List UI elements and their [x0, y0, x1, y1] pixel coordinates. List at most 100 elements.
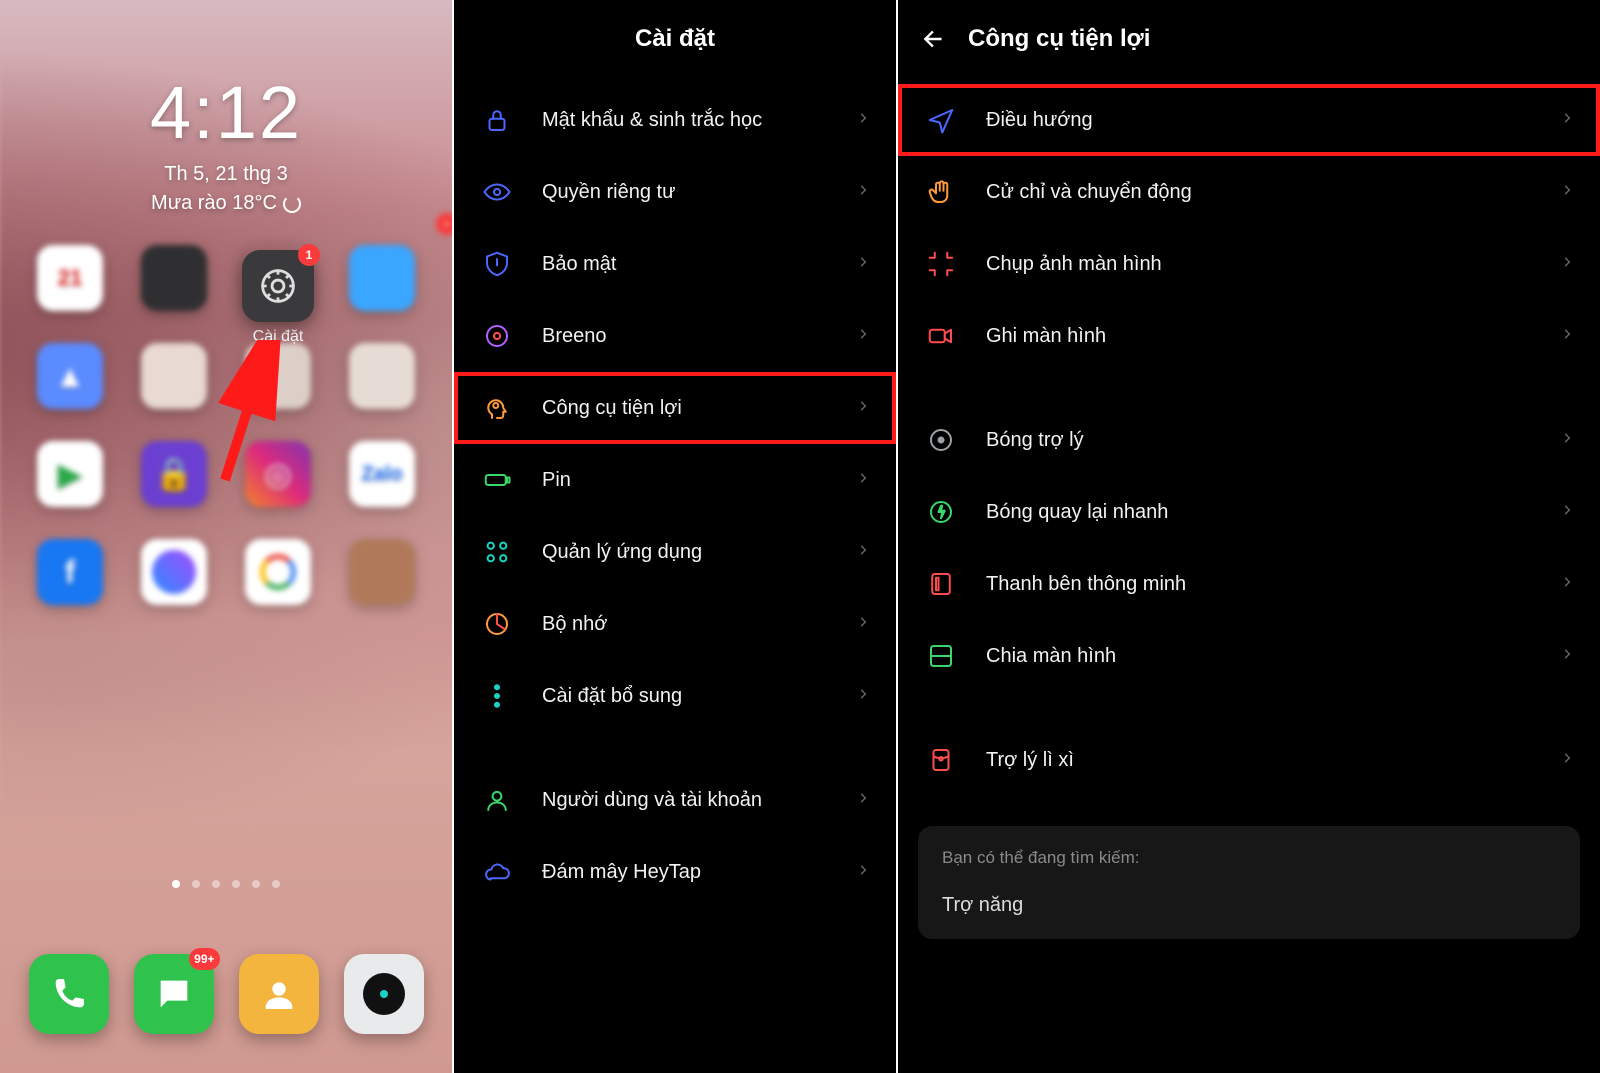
settings-list: Mật khẩu & sinh trắc học Quyền riêng tư … [454, 78, 896, 914]
search-suggestion-term: Trợ năng [942, 894, 1556, 917]
search-suggestion-box[interactable]: Bạn có thể đang tìm kiếm: Trợ năng [918, 826, 1580, 939]
app-blurred[interactable] [135, 245, 213, 317]
hand-icon [924, 175, 958, 209]
row-label: Đám mây HeyTap [542, 861, 856, 884]
row-label: Ghi màn hình [986, 325, 1560, 348]
storage-pie-icon [480, 607, 514, 641]
group-separator [898, 372, 1600, 404]
settings-row-record[interactable]: Ghi màn hình [898, 300, 1600, 372]
app-blurred[interactable] [239, 539, 317, 611]
flash-ball-icon [924, 495, 958, 529]
app-blurred[interactable]: f [31, 539, 109, 611]
chevron-right-icon [1560, 323, 1574, 350]
more-dots-icon [480, 679, 514, 713]
clock-weather: Mưa rào 18°C [0, 192, 452, 215]
settings-row-cloud[interactable]: Đám mây HeyTap [454, 836, 896, 908]
settings-row-assistive-ball[interactable]: Bóng trợ lý [898, 404, 1600, 476]
settings-row-user[interactable]: Người dùng và tài khoản [454, 764, 896, 836]
red-envelope-icon [924, 743, 958, 777]
settings-row-red-envelope[interactable]: Trợ lý lì xì [898, 724, 1600, 796]
refresh-icon[interactable] [283, 195, 301, 213]
settings-row-sidebar[interactable]: Thanh bên thông minh [898, 548, 1600, 620]
app-blurred[interactable]: ▲ [31, 343, 109, 415]
sidebar-icon [924, 567, 958, 601]
user-icon [480, 783, 514, 817]
homescreen-panel: 4:12 Th 5, 21 thg 3 Mưa rào 18°C 21 ▲ ▶ … [0, 0, 452, 1073]
circle-icon [480, 319, 514, 353]
row-label: Bảo mật [542, 253, 856, 276]
settings-row-tools-head[interactable]: Công cụ tiện lợi [454, 372, 896, 444]
row-label: Quản lý ứng dụng [542, 541, 856, 564]
chevron-right-icon [1560, 107, 1574, 134]
gear-icon [257, 265, 299, 307]
annotation-arrow [205, 340, 285, 490]
chevron-right-icon [856, 251, 870, 278]
app-blurred[interactable] [135, 343, 213, 415]
chevron-right-icon [856, 539, 870, 566]
phone-app[interactable] [29, 954, 109, 1034]
clock-date: Th 5, 21 thg 3 [0, 163, 452, 186]
row-label: Người dùng và tài khoản [542, 789, 856, 812]
page-indicator[interactable] [0, 880, 452, 888]
settings-row-battery[interactable]: Pin [454, 444, 896, 516]
settings-row-hand[interactable]: Cử chỉ và chuyển động [898, 156, 1600, 228]
tools-title: Công cụ tiện lợi [968, 25, 1150, 53]
settings-row-more-dots[interactable]: Cài đặt bổ sung [454, 660, 896, 732]
app-blurred[interactable] [343, 539, 421, 611]
settings-row-navigate[interactable]: Điều hướng [898, 84, 1600, 156]
settings-badge: 1 [298, 244, 320, 266]
eye-icon [480, 175, 514, 209]
back-button[interactable] [920, 25, 948, 53]
settings-row-shield[interactable]: Bảo mật [454, 228, 896, 300]
back-arrow-icon [921, 26, 947, 52]
settings-header: Cài đặt [454, 0, 896, 78]
row-label: Quyền riêng tư [542, 181, 856, 204]
row-label: Mật khẩu & sinh trắc học [542, 109, 856, 132]
row-label: Trợ lý lì xì [986, 749, 1560, 772]
chevron-right-icon [1560, 499, 1574, 526]
settings-row-circle[interactable]: Breeno [454, 300, 896, 372]
settings-row-storage-pie[interactable]: Bộ nhớ [454, 588, 896, 660]
settings-row-split[interactable]: Chia màn hình [898, 620, 1600, 692]
app-blurred[interactable] [343, 245, 421, 317]
messages-badge: 99+ [189, 948, 219, 970]
app-blurred[interactable] [135, 539, 213, 611]
camera-app[interactable] [344, 954, 424, 1034]
chevron-right-icon [1560, 427, 1574, 454]
contacts-app[interactable] [239, 954, 319, 1034]
row-label: Bóng trợ lý [986, 429, 1560, 452]
app-blurred[interactable] [343, 343, 421, 415]
row-label: Breeno [542, 325, 856, 348]
chevron-right-icon [1560, 179, 1574, 206]
settings-app[interactable]: 1 Cài đặt [235, 250, 321, 346]
row-label: Bộ nhớ [542, 613, 856, 636]
row-label: Cử chỉ và chuyển động [986, 181, 1560, 204]
row-label: Cài đặt bổ sung [542, 685, 856, 708]
lockscreen-clock: 4:12 Th 5, 21 thg 3 Mưa rào 18°C [0, 0, 452, 215]
settings-title: Cài đặt [635, 25, 715, 53]
chevron-right-icon [856, 107, 870, 134]
dock: 99+ [16, 939, 436, 1049]
row-label: Bóng quay lại nhanh [986, 501, 1560, 524]
chevron-right-icon [856, 467, 870, 494]
chevron-right-icon [856, 179, 870, 206]
assistive-ball-icon [924, 423, 958, 457]
settings-row-screenshot[interactable]: Chụp ảnh màn hình [898, 228, 1600, 300]
battery-icon [480, 463, 514, 497]
settings-row-flash-ball[interactable]: Bóng quay lại nhanh [898, 476, 1600, 548]
app-blurred[interactable]: ▶ [31, 441, 109, 513]
app-blurred[interactable]: 21 [31, 245, 109, 317]
app-blurred[interactable]: Zalo• [343, 441, 421, 513]
settings-row-eye[interactable]: Quyền riêng tư [454, 156, 896, 228]
split-icon [924, 639, 958, 673]
app-blurred[interactable]: 🔒 [135, 441, 213, 513]
settings-row-lock[interactable]: Mật khẩu & sinh trắc học [454, 84, 896, 156]
tools-list: Điều hướng Cử chỉ và chuyển động Chụp ản… [898, 78, 1600, 802]
row-label: Chụp ảnh màn hình [986, 253, 1560, 276]
messages-app[interactable]: 99+ [134, 954, 214, 1034]
chevron-right-icon [856, 395, 870, 422]
settings-row-apps[interactable]: Quản lý ứng dụng [454, 516, 896, 588]
chevron-right-icon [856, 683, 870, 710]
chevron-right-icon [1560, 643, 1574, 670]
clock-time: 4:12 [0, 70, 452, 155]
